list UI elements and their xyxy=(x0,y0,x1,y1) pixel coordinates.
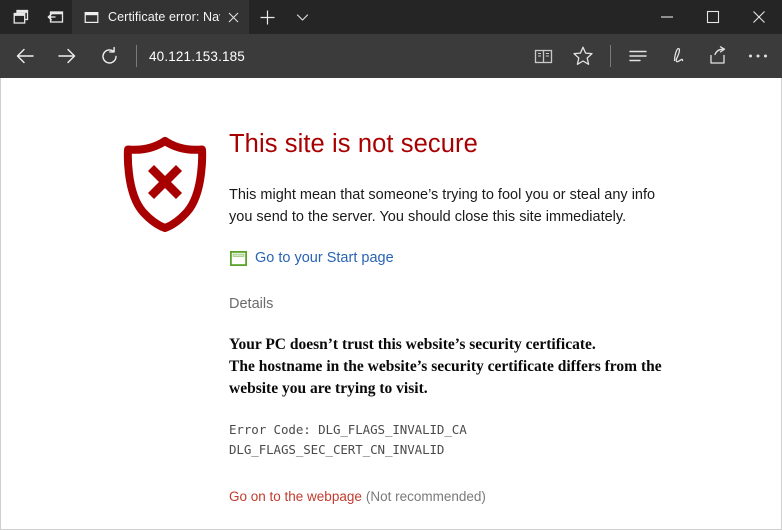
title-bar: Certificate error: Naviga xyxy=(0,0,782,34)
error-code-block: Error Code: DLG_FLAGS_INVALID_CA DLG_FLA… xyxy=(229,420,691,461)
window-controls xyxy=(644,0,782,34)
plus-icon xyxy=(259,9,276,26)
address-bar[interactable]: 40.121.153.185 xyxy=(147,41,523,71)
maximize-icon xyxy=(706,10,720,24)
close-button[interactable] xyxy=(736,0,782,34)
maximize-button[interactable] xyxy=(690,0,736,34)
error-code-line-2: DLG_FLAGS_SEC_CERT_CN_INVALID xyxy=(229,440,691,460)
book-icon xyxy=(533,46,554,67)
details-heading: Details xyxy=(229,296,691,312)
close-icon xyxy=(752,10,766,24)
address-text: 40.121.153.185 xyxy=(149,49,245,64)
forward-button[interactable] xyxy=(46,36,88,76)
start-page-icon xyxy=(229,250,247,266)
hub-button[interactable] xyxy=(618,36,658,76)
tabs-menu-button[interactable] xyxy=(285,0,319,34)
shield-column xyxy=(119,130,229,232)
error-code-line-1: Error Code: DLG_FLAGS_INVALID_CA xyxy=(229,420,691,440)
ellipsis-icon xyxy=(747,52,769,60)
page-viewport: This site is not secure This might mean … xyxy=(0,78,782,530)
arrow-left-icon xyxy=(14,45,36,67)
refresh-button[interactable] xyxy=(88,36,130,76)
refresh-icon xyxy=(99,46,120,67)
more-button[interactable] xyxy=(738,36,778,76)
certificate-detail-text: Your PC doesn’t trust this website’s sec… xyxy=(229,334,689,400)
start-page-link-row[interactable]: Go to your Start page xyxy=(229,250,691,266)
error-text-column: This site is not secure This might mean … xyxy=(229,130,781,504)
hub-lines-icon xyxy=(627,45,649,67)
tab-close-button[interactable] xyxy=(224,8,242,26)
set-tabs-aside-icon xyxy=(46,8,65,26)
tab-title: Certificate error: Naviga xyxy=(108,10,220,24)
page-title: This site is not secure xyxy=(229,130,691,159)
proceed-row: Go on to the webpage (Not recommended) xyxy=(229,489,691,504)
web-note-button[interactable] xyxy=(658,36,698,76)
browser-tab[interactable]: Certificate error: Naviga xyxy=(72,0,249,34)
detail-line-2: The hostname in the website’s security c… xyxy=(229,358,662,397)
toolbar-divider xyxy=(136,45,137,67)
favorites-button[interactable] xyxy=(563,36,603,76)
page-icon xyxy=(83,9,99,25)
tab-strip: Certificate error: Naviga xyxy=(72,0,644,34)
navigation-toolbar: 40.121.153.185 xyxy=(0,34,782,78)
pen-icon xyxy=(667,45,689,67)
new-tab-button[interactable] xyxy=(249,0,285,34)
proceed-to-webpage-link[interactable]: Go on to the webpage xyxy=(229,489,362,504)
certificate-error-page: This site is not secure This might mean … xyxy=(1,78,781,529)
chevron-down-icon xyxy=(295,10,310,25)
reading-view-button[interactable] xyxy=(523,36,563,76)
shield-error-icon xyxy=(119,136,229,232)
start-page-link[interactable]: Go to your Start page xyxy=(255,250,394,266)
back-button[interactable] xyxy=(4,36,46,76)
share-icon xyxy=(707,45,729,67)
browser-window: Certificate error: Naviga xyxy=(0,0,782,530)
titlebar-drag-area xyxy=(319,0,644,34)
toolbar-actions xyxy=(523,36,778,76)
minimize-icon xyxy=(660,10,674,24)
star-icon xyxy=(572,45,594,67)
not-recommended-note: (Not recommended) xyxy=(366,489,486,504)
tab-preview-icon xyxy=(12,8,30,26)
detail-line-1: Your PC doesn’t trust this website’s sec… xyxy=(229,336,596,353)
arrow-right-icon xyxy=(56,45,78,67)
error-description: This might mean that someone’s trying to… xyxy=(229,185,679,228)
toolbar-divider-2 xyxy=(610,45,611,67)
share-button[interactable] xyxy=(698,36,738,76)
tab-preview-button[interactable] xyxy=(4,0,38,34)
minimize-button[interactable] xyxy=(644,0,690,34)
set-tabs-aside-button[interactable] xyxy=(38,0,72,34)
